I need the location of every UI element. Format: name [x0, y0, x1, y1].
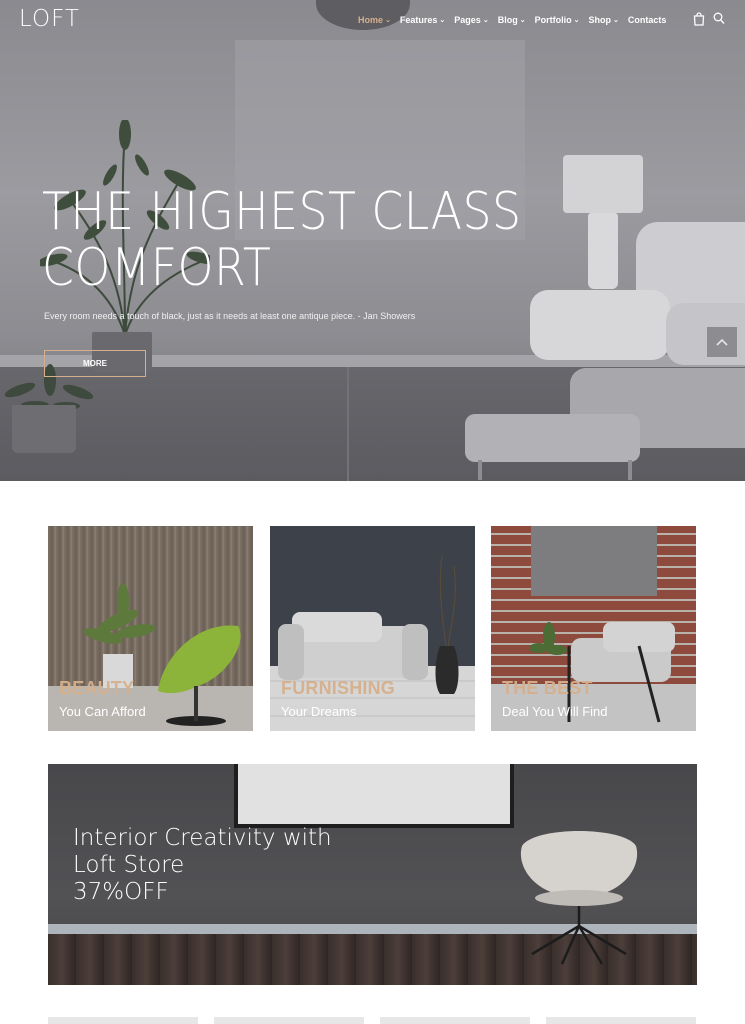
nav-item-portfolio[interactable]: Portfolio ⌄: [535, 14, 580, 26]
next-section-peek: [380, 1017, 530, 1024]
card-subtitle: You Can Afford: [59, 704, 146, 719]
card-subtitle: Your Dreams: [281, 704, 357, 719]
armchair-seat-decor: [530, 290, 670, 360]
card-kicker: THE BEST: [502, 678, 593, 698]
nav-item-blog[interactable]: Blog ⌄: [498, 14, 526, 26]
ottoman-leg-decor: [628, 460, 632, 480]
cart-icon[interactable]: [693, 12, 705, 26]
floor-seam-decor: [347, 367, 349, 481]
plant-pot-decor: [12, 405, 76, 453]
next-section-peek: [546, 1017, 696, 1024]
card-kicker: BEAUTY: [59, 678, 135, 698]
nav-item-label: Portfolio: [534, 15, 572, 25]
chevron-down-icon: ⌄: [573, 17, 580, 24]
card-illustration: [270, 555, 475, 731]
promo-card-furnishing[interactable]: FURNISHING Your Dreams: [270, 526, 475, 731]
nav-item-home[interactable]: Home ⌄: [358, 14, 391, 26]
hero-quote: Every room needs a touch of black, just …: [44, 311, 416, 321]
next-section-peek: [214, 1017, 364, 1024]
scroll-to-top-button[interactable]: [707, 327, 737, 357]
hero-title-line2: COMFORT: [42, 238, 272, 298]
banner-line1: Interior Creativity with: [73, 825, 332, 851]
banner-line3: 37%OFF: [73, 879, 169, 905]
card-illustration: [48, 583, 253, 731]
banner-title: Interior Creativity with Loft Store 37%O…: [73, 825, 373, 906]
nav-item-label: Home: [358, 15, 384, 25]
site-logo[interactable]: LOFT: [19, 6, 80, 32]
table-lamp-shade-decor: [563, 155, 643, 213]
hero-title-line1: THE HIGHEST CLASS: [42, 182, 522, 242]
card-kicker: FURNISHING: [281, 678, 395, 698]
chevron-down-icon: ⌄: [482, 17, 489, 24]
more-button[interactable]: MORE: [44, 350, 146, 377]
nav-item-pages[interactable]: Pages ⌄: [454, 14, 488, 26]
promo-card-beauty[interactable]: BEAUTY You Can Afford: [48, 526, 253, 731]
hero-section: LOFT Home ⌄ Features ⌄ Pages ⌄ Blog ⌄ Po…: [0, 0, 745, 481]
promo-card-the-best[interactable]: THE BEST Deal You Will Find: [491, 526, 696, 731]
chevron-down-icon: ⌄: [612, 17, 619, 24]
chevron-down-icon: ⌄: [385, 17, 391, 24]
chevron-down-icon: ⌄: [439, 17, 446, 24]
nav-item-shop[interactable]: Shop ⌄: [588, 14, 618, 26]
nav-item-label: Blog: [497, 15, 518, 25]
chevron-down-icon: ⌄: [519, 17, 526, 24]
next-section-peek: [48, 1017, 198, 1024]
promo-banner[interactable]: Interior Creativity with Loft Store 37%O…: [48, 764, 697, 985]
chair-illustration: [520, 831, 638, 965]
ottoman-decor: [465, 414, 640, 462]
nav-item-contacts[interactable]: Contacts: [628, 14, 667, 26]
nav-item-label: Shop: [588, 15, 611, 25]
nav-item-features[interactable]: Features ⌄: [400, 14, 445, 26]
ottoman-leg-decor: [478, 460, 482, 480]
hero-title: THE HIGHEST CLASS COMFORT: [42, 184, 535, 296]
wall-frame-decor: [234, 764, 514, 828]
search-icon[interactable]: [713, 12, 725, 25]
table-lamp-base-decor: [588, 213, 618, 289]
nav-item-label: Features: [399, 15, 438, 25]
chevron-up-icon: [716, 338, 728, 346]
nav-item-label: Contacts: [627, 15, 667, 25]
banner-line2: Loft Store: [73, 852, 185, 878]
main-nav: Home ⌄ Features ⌄ Pages ⌄ Blog ⌄ Portfol…: [358, 14, 675, 26]
card-illustration: [491, 526, 696, 731]
nav-item-label: Pages: [454, 15, 481, 25]
card-subtitle: Deal You Will Find: [502, 704, 608, 719]
